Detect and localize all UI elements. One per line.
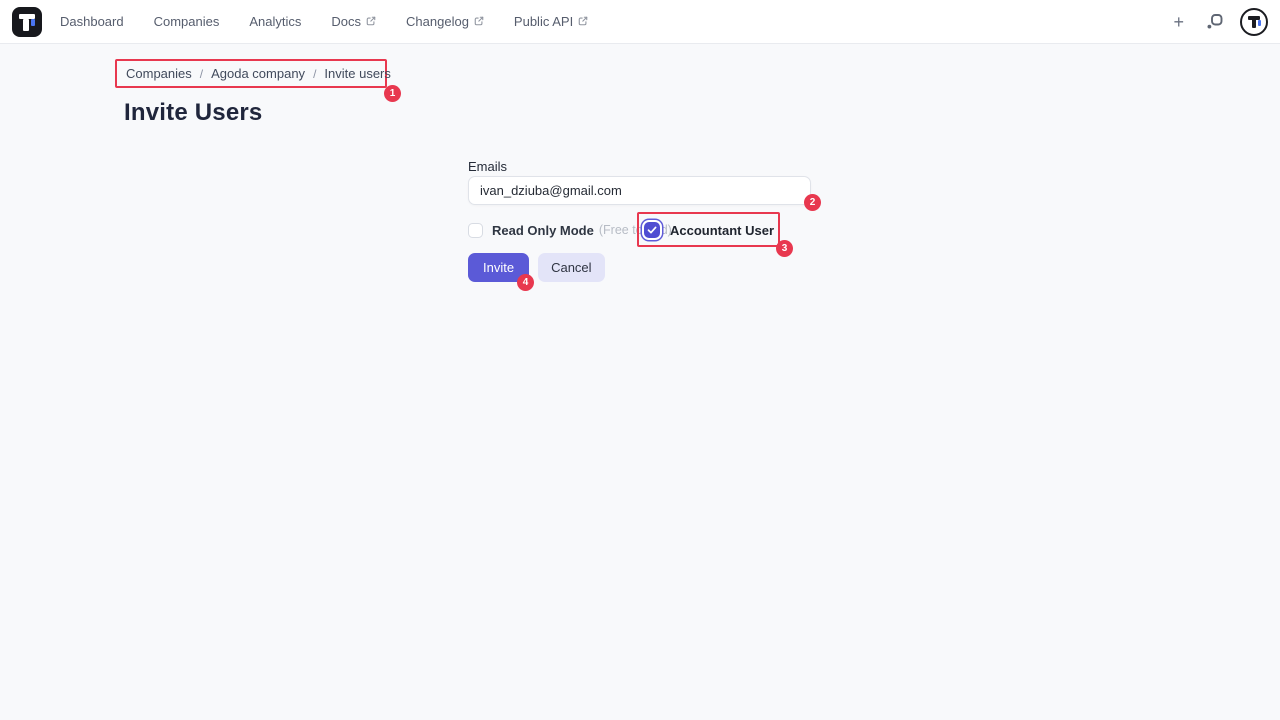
read-only-checkbox[interactable] xyxy=(468,223,483,238)
nav-item-dashboard[interactable]: Dashboard xyxy=(60,14,124,29)
logo-t-accent xyxy=(31,19,35,26)
nav-item-analytics[interactable]: Analytics xyxy=(249,14,301,29)
user-avatar[interactable] xyxy=(1240,8,1268,36)
external-link-icon xyxy=(578,16,588,26)
logo-t-stem xyxy=(23,19,29,31)
nav-item-label: Dashboard xyxy=(60,14,124,29)
breadcrumb-item-invite-users[interactable]: Invite users xyxy=(324,66,390,81)
nav-item-label: Changelog xyxy=(406,14,469,29)
breadcrumb-separator: / xyxy=(313,67,316,81)
invite-button[interactable]: Invite xyxy=(468,253,529,282)
accountant-label: Accountant User xyxy=(670,223,774,238)
top-navbar: Dashboard Companies Analytics Docs Chang… xyxy=(0,0,1280,44)
nav-links: Dashboard Companies Analytics Docs Chang… xyxy=(60,14,588,29)
nav-item-companies[interactable]: Companies xyxy=(154,14,220,29)
breadcrumb: Companies / Agoda company / Invite users xyxy=(115,59,387,88)
nav-item-changelog[interactable]: Changelog xyxy=(406,14,484,29)
breadcrumb-item-agoda-company[interactable]: Agoda company xyxy=(211,66,305,81)
form-buttons: Invite Cancel xyxy=(468,253,605,282)
emails-input[interactable] xyxy=(468,176,811,205)
breadcrumb-item-companies[interactable]: Companies xyxy=(126,66,192,81)
nav-item-public-api[interactable]: Public API xyxy=(514,14,588,29)
page-title: Invite Users xyxy=(124,99,262,127)
external-link-icon xyxy=(474,16,484,26)
annotation-badge-3: 3 xyxy=(776,240,793,257)
cancel-button[interactable]: Cancel xyxy=(538,253,604,282)
avatar-t-stem xyxy=(1252,19,1257,28)
accountant-user-option[interactable]: Accountant User xyxy=(644,221,774,239)
nav-item-docs[interactable]: Docs xyxy=(331,14,376,29)
external-link-icon xyxy=(366,16,376,26)
checkmark-icon xyxy=(647,225,657,235)
app-logo[interactable] xyxy=(12,7,42,37)
avatar-t-accent xyxy=(1258,20,1262,26)
navbar-right: + xyxy=(1169,8,1268,36)
read-only-mode-option[interactable]: Read Only Mode (Free to Add) xyxy=(468,222,672,238)
emails-label: Emails xyxy=(468,159,507,174)
plus-icon[interactable]: + xyxy=(1169,11,1188,33)
nav-item-label: Analytics xyxy=(249,14,301,29)
accountant-checkbox[interactable] xyxy=(644,222,660,238)
nav-item-label: Docs xyxy=(331,14,361,29)
read-only-label: Read Only Mode xyxy=(492,223,594,238)
breadcrumb-separator: / xyxy=(200,67,203,81)
logo-t-bar xyxy=(19,14,35,19)
nav-item-label: Public API xyxy=(514,14,573,29)
search-icon[interactable] xyxy=(1204,12,1224,32)
nav-item-label: Companies xyxy=(154,14,220,29)
annotation-badge-1: 1 xyxy=(384,85,401,102)
